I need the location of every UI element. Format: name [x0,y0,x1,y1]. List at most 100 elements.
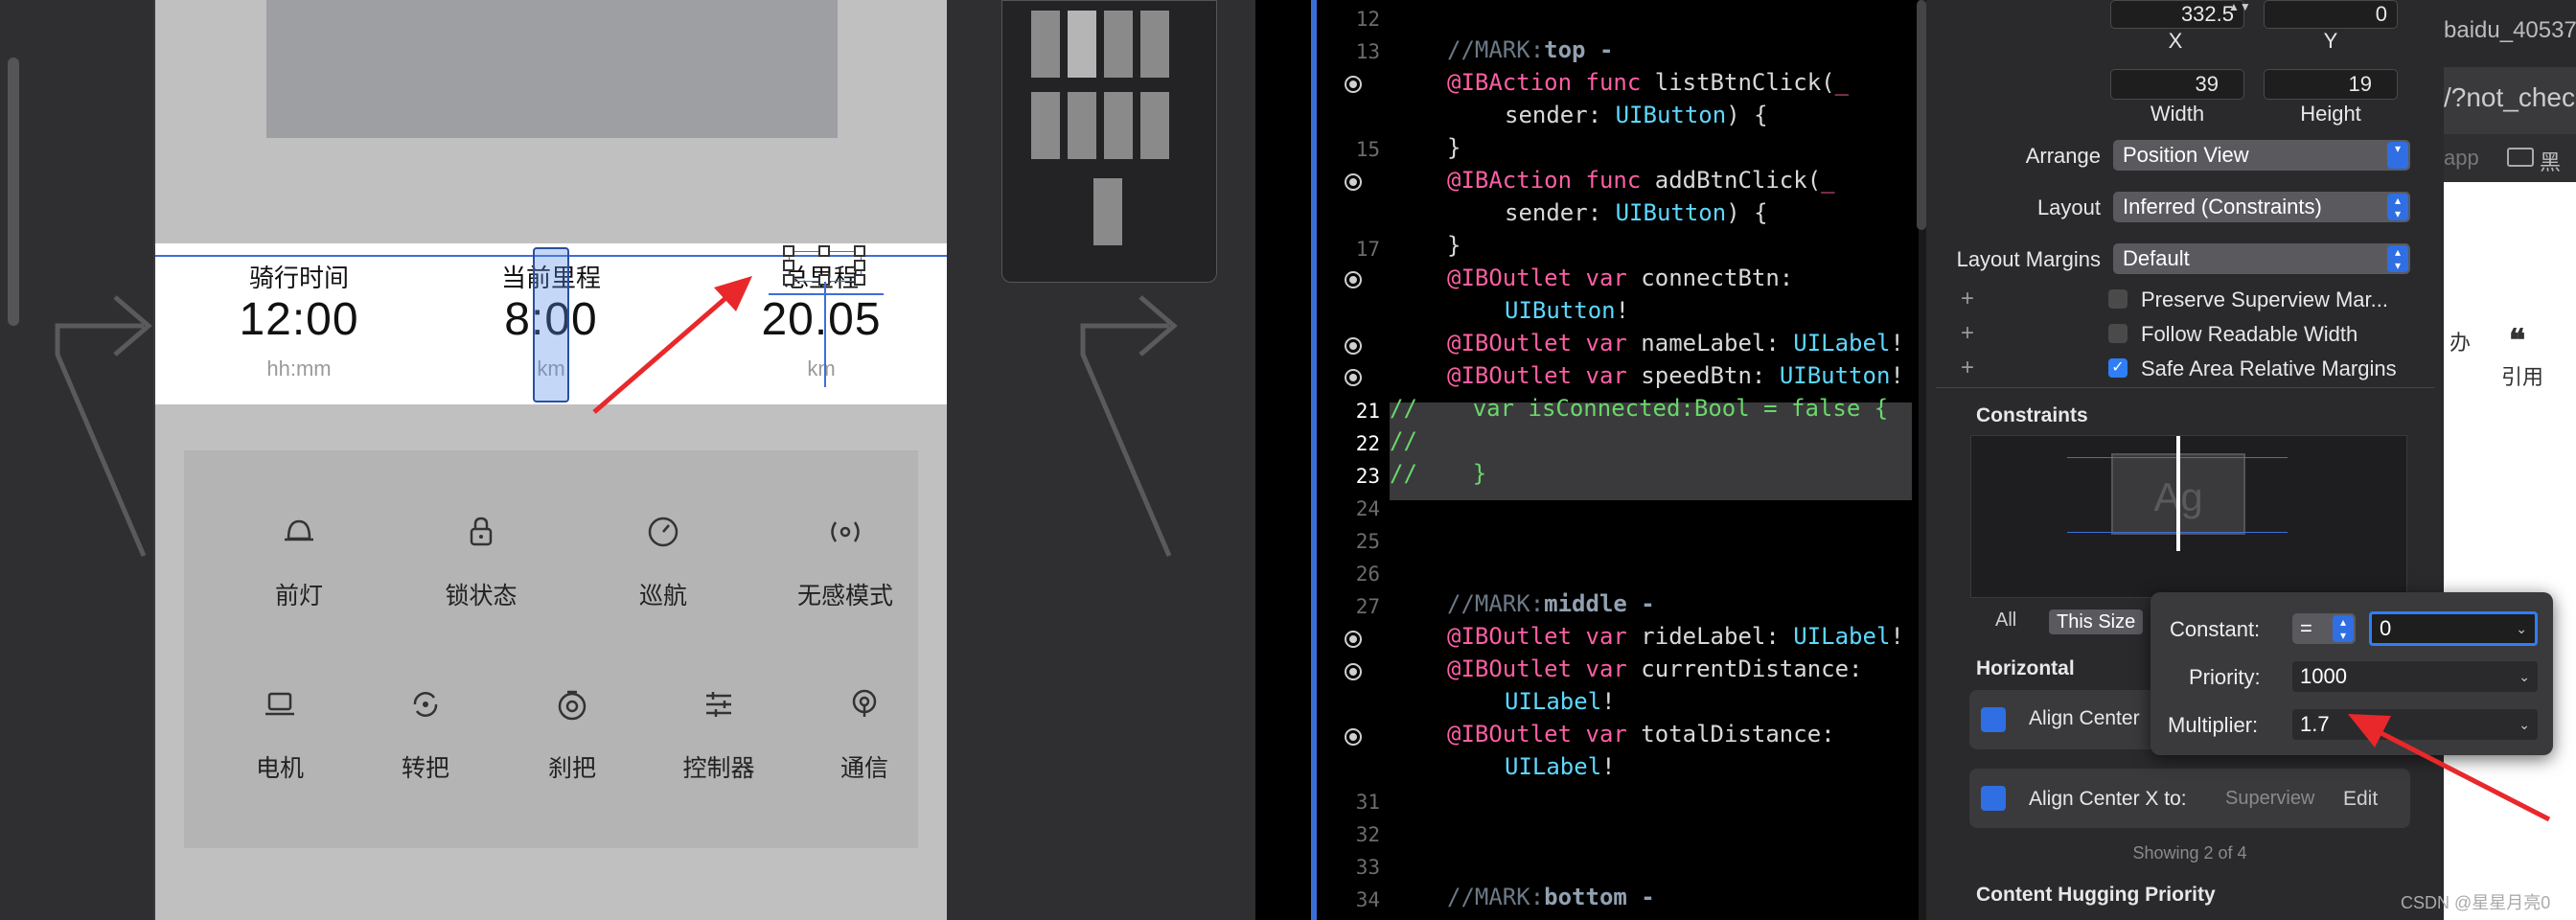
resize-handle[interactable] [854,260,865,271]
layout-value: Inferred (Constraints) [2123,195,2322,218]
updown-icon: ▴ ▾ [2387,194,2408,220]
bookmark-text[interactable]: 黑 [2540,146,2561,176]
tab-all[interactable]: All [1995,610,2016,632]
function-item-comm[interactable]: 通信 [788,680,941,784]
line-number: 13 [1355,40,1380,63]
outlet-connection-icon[interactable] [1345,663,1362,680]
safe-area-checkbox[interactable]: ✓ [2108,358,2128,378]
scene-thumbnail[interactable] [1031,11,1060,78]
quote-label[interactable]: 引用 [2501,360,2543,391]
plus-icon[interactable]: + [1961,286,1974,312]
code-line[interactable]: @IBOutlet var speedBtn: UIButton! [1447,362,1904,389]
outlet-connection-icon[interactable] [1345,728,1362,746]
code-editor[interactable]: 12 13 15 17 21 22 23 24 25 26 27 31 32 3… [1255,0,1926,920]
scene-thumbnail[interactable] [1068,11,1096,78]
code-line[interactable]: //MARK:top - [1447,36,1613,63]
code-line[interactable]: UIButton! [1505,297,1629,324]
outlet-connection-icon[interactable] [1345,369,1362,386]
layout-popup[interactable]: Inferred (Constraints) ▴ ▾ [2113,192,2410,222]
function-item-headlight[interactable]: 前灯 [222,508,376,611]
relation-value: = [2300,616,2312,640]
code-line[interactable]: @IBOutlet var connectBtn: [1447,264,1793,291]
scene-thumbnail[interactable] [1093,178,1122,245]
selected-view-highlight[interactable] [533,247,569,402]
stepper-icon[interactable]: ▲▼ [2228,0,2251,29]
code-line[interactable]: //MARK:middle - [1447,590,1655,617]
url-fragment[interactable]: baidu_40537 [2444,17,2576,44]
line-number: 12 [1355,8,1380,31]
code-line[interactable]: @IBAction func listBtnClick(_ [1447,69,1849,96]
resize-handle[interactable] [783,274,794,286]
arrange-popup[interactable]: Position View ▾ [2113,140,2410,171]
resize-handle[interactable] [783,260,794,271]
y-field[interactable]: 0 [2264,0,2398,29]
editor-scrollbar[interactable] [1917,0,1926,230]
scene-overview-popup[interactable] [1001,0,1217,283]
scene-thumbnail[interactable] [1140,92,1169,159]
resize-handle[interactable] [854,245,865,257]
height-field[interactable]: 19 [2264,69,2398,100]
code-line[interactable]: } [1447,232,1460,259]
resize-handle[interactable] [854,274,865,286]
function-item-throttle[interactable]: 转把 [349,680,502,784]
code-line[interactable]: @IBOutlet var nameLabel: UILabel! [1447,330,1904,356]
plus-icon[interactable]: + [1961,320,1974,347]
action-connection-icon[interactable] [1345,76,1362,93]
code-line[interactable]: } [1447,134,1460,161]
code-line[interactable]: @IBOutlet var rideLabel: UILabel! [1447,623,1904,650]
code-line[interactable]: @IBOutlet var currentDistance: [1447,656,1863,682]
resize-handle[interactable] [783,245,794,257]
width-label: Width [2150,102,2205,126]
scene-thumbnail[interactable] [1031,92,1060,159]
height-label: Height [2300,102,2361,126]
function-item-controller[interactable]: 控制器 [642,680,795,784]
layout-margins-popup[interactable]: Default ▴ ▾ [2113,243,2410,274]
action-connection-icon[interactable] [1345,173,1362,191]
storyboard-canvas[interactable]: 骑行时间 12:00 hh:mm 当前里程 8:00 km 总里程 20.05 … [0,0,1255,920]
outlet-connection-icon[interactable] [1345,337,1362,355]
url-fragment[interactable]: /?not_chec [2444,82,2575,113]
scene-thumbnail[interactable] [1140,11,1169,78]
phone-view-controller[interactable]: 骑行时间 12:00 hh:mm 当前里程 8:00 km 总里程 20.05 … [155,0,947,920]
function-item-cruise[interactable]: 巡航 [586,508,740,611]
preserve-margins-checkbox[interactable] [2108,289,2128,309]
relation-popup[interactable]: = ▴ ▾ [2292,613,2356,644]
readable-width-checkbox[interactable] [2108,324,2128,343]
watermark: CSDN @星星月亮0 [2401,893,2551,912]
code-line[interactable]: @IBOutlet var totalDistance: [1447,721,1835,748]
outlet-connection-icon[interactable] [1345,631,1362,648]
priority-field[interactable]: 1000 ⌄ [2292,661,2538,692]
code-line[interactable]: UILabel! [1505,688,1616,715]
toolbar-text[interactable]: 办 [2450,326,2471,356]
code-line[interactable]: // [1390,427,1417,454]
updown-icon: ▴ ▾ [2387,245,2408,272]
code-line[interactable]: // } [1390,460,1486,487]
y-label: Y [2323,29,2338,53]
code-line[interactable]: sender: UIButton) { [1505,199,1768,226]
scene-thumbnail[interactable] [1068,92,1096,159]
x-field[interactable]: 332.5 [2110,0,2244,29]
code-line[interactable]: @IBAction func addBtnClick(_ [1447,167,1835,194]
quote-icon[interactable]: ❝ [2509,322,2525,358]
code-line[interactable]: sender: UIButton) { [1505,102,1768,128]
tab-this-size[interactable]: This Size [2049,610,2144,634]
resize-handle[interactable] [818,245,830,257]
canvas-scrollbar[interactable] [8,58,19,326]
bookmark-text[interactable]: app [2444,146,2479,171]
constant-field[interactable]: 0 ⌄ [2369,611,2538,646]
outlet-connection-icon[interactable] [1345,271,1362,288]
scene-thumbnail[interactable] [1104,11,1133,78]
code-line[interactable]: UILabel! [1505,753,1616,780]
code-line[interactable]: // var isConnected:Bool = false { [1390,395,1888,422]
function-item-motor[interactable]: 电机 [203,680,356,784]
address-bar[interactable]: /?not_chec [2444,67,2576,134]
guide-line [824,282,826,387]
plus-icon[interactable]: + [1961,355,1974,381]
function-item-keyless[interactable]: 无感模式 [769,508,922,611]
code-line[interactable]: //MARK:bottom - [1447,884,1655,910]
width-field[interactable]: 39 [2110,69,2244,100]
function-item-brake[interactable]: 刹把 [495,680,649,784]
safe-area-label: Safe Area Relative Margins [2141,356,2397,380]
scene-thumbnail[interactable] [1104,92,1133,159]
function-item-lock[interactable]: 锁状态 [404,508,558,611]
